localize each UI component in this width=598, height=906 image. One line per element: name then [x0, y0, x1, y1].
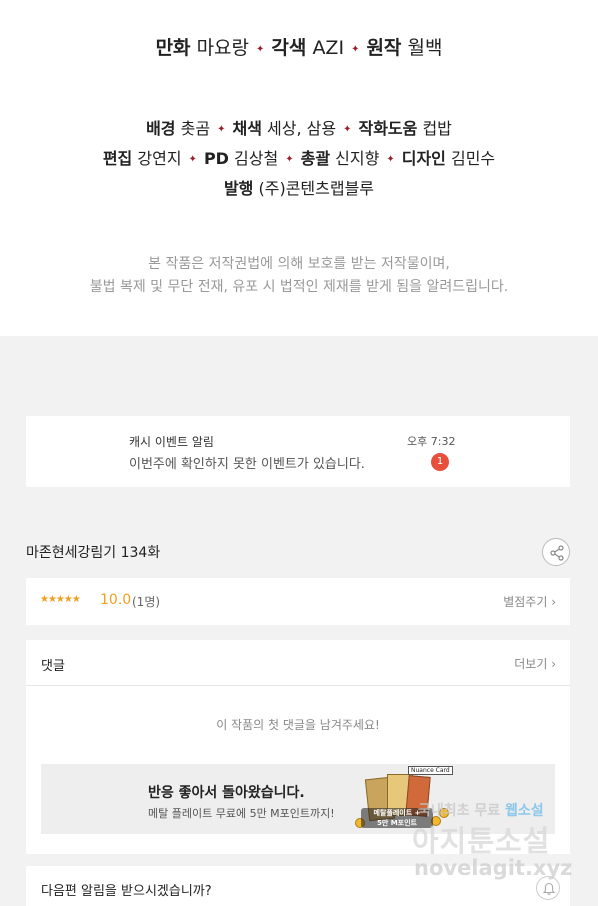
push-title: 캐시 이벤트 알림 [129, 435, 214, 449]
notification-badge: 1 [431, 453, 449, 471]
watermark-url: novelagit.xyz [414, 856, 573, 880]
credit-role: 각색 [271, 37, 307, 59]
divider [26, 685, 570, 686]
credit-role: 총괄 [300, 149, 331, 168]
credit-name: 촛곰 [180, 119, 211, 138]
credit-role: 발행 [223, 179, 254, 198]
comments-header: 댓글 [41, 659, 65, 674]
separator-icon: ✦ [351, 44, 360, 55]
push-notification[interactable]: 캐시 이벤트 알림 이번주에 확인하지 못한 이벤트가 있습니다. 오후 7:3… [26, 416, 570, 487]
credits-section: 만화 마요랑 ✦ 각색 AZI ✦ 원작 월백 배경 촛곰 ✦ 채색 세상, 삼용 ✦ 작화도움… [0, 0, 598, 336]
credit-role: 만화 [155, 37, 191, 59]
credit-role: 편집 [102, 149, 133, 168]
copyright-notice-line-1: 본 작품은 저작권법에 의해 보호를 받는 저작물이며, [148, 256, 450, 272]
watermark-title: 아지툰소설 [412, 824, 551, 858]
next-alert-label: 다음편 알림을 받으시겠습니까? [41, 884, 212, 899]
push-message: 이번주에 확인하지 못한 이벤트가 있습니다. [129, 457, 365, 472]
watermark-tagline-a: 국내최초 무료 [418, 803, 501, 819]
separator-icon: ✦ [386, 154, 395, 165]
separator-icon: ✦ [217, 124, 226, 135]
watermark-tagline-b: 웹소설 [505, 803, 544, 819]
push-time: 오후 7:32 [407, 435, 456, 448]
banner-subtitle: 메탈 플레이트 무료에 5만 M포인트까지! [148, 807, 335, 820]
rating-bar: ★★★★★ 10.0 (1명) 별점주기 › [26, 578, 570, 625]
credit-name: 월백 [407, 37, 443, 59]
comments-empty-message: 이 작품의 첫 댓글을 남겨주세요! [216, 718, 380, 732]
credit-role: 채색 [232, 119, 262, 138]
credits-line-2: 배경 촛곰 ✦ 채색 세상, 삼용 ✦ 작화도움 컵밥 [0, 115, 598, 139]
credit-name: 컵밥 [422, 119, 452, 138]
credit-name: 강연지 [137, 149, 182, 168]
credit-name: 김민수 [450, 149, 496, 168]
separator-icon: ✦ [285, 154, 294, 165]
rating-score: 10.0 [100, 592, 132, 608]
share-button[interactable] [542, 538, 570, 566]
separator-icon: ✦ [256, 44, 265, 55]
credit-role: 디자인 [401, 149, 446, 168]
comments-more-link[interactable]: 더보기 › [514, 655, 556, 672]
credit-name: (주)콘텐츠랩블루 [258, 179, 375, 198]
episode-title: 마존현세강림기 134화 [26, 545, 161, 561]
credit-role: 배경 [146, 119, 176, 138]
separator-icon: ✦ [343, 124, 352, 135]
copyright-notice-line-2: 불법 복제 및 무단 전재, 유포 시 법적인 제재를 받게 됨을 알려드립니다… [89, 279, 509, 295]
credit-name: 김상철 [234, 149, 279, 168]
separator-icon: ✦ [188, 154, 197, 165]
watermark-tagline: 국내최초 무료 웹소설 [418, 800, 544, 820]
rate-button[interactable]: 별점주기 › [503, 593, 556, 610]
credit-role: PD [203, 149, 229, 168]
banner-title: 반응 좋아서 돌아왔습니다. [148, 785, 305, 801]
banner-art-label: Nuance Card [408, 766, 453, 775]
rating-count: (1명) [132, 595, 161, 609]
credit-name: 마요랑 [196, 37, 250, 59]
credit-name: 세상, 삼용 [267, 119, 337, 138]
credit-role: 작화도움 [358, 119, 418, 138]
credits-line-3: 편집 강연지 ✦ PD 김상철 ✦ 총괄 신지향 ✦ 디자인 김민수 [0, 145, 598, 169]
credit-name: 신지향 [335, 149, 380, 168]
star-rating: ★★★★★ [40, 594, 81, 605]
credit-role: 원작 [366, 37, 402, 59]
credit-name: AZI [312, 37, 345, 59]
credits-line-1: 만화 마요랑 ✦ 각색 AZI ✦ 원작 월백 [0, 33, 598, 60]
site-watermark: 국내최초 무료 웹소설 아지툰소설 novelagit.xyz [408, 796, 588, 901]
credits-line-4: 발행 (주)콘텐츠랩블루 [0, 175, 598, 199]
share-icon [550, 545, 564, 561]
